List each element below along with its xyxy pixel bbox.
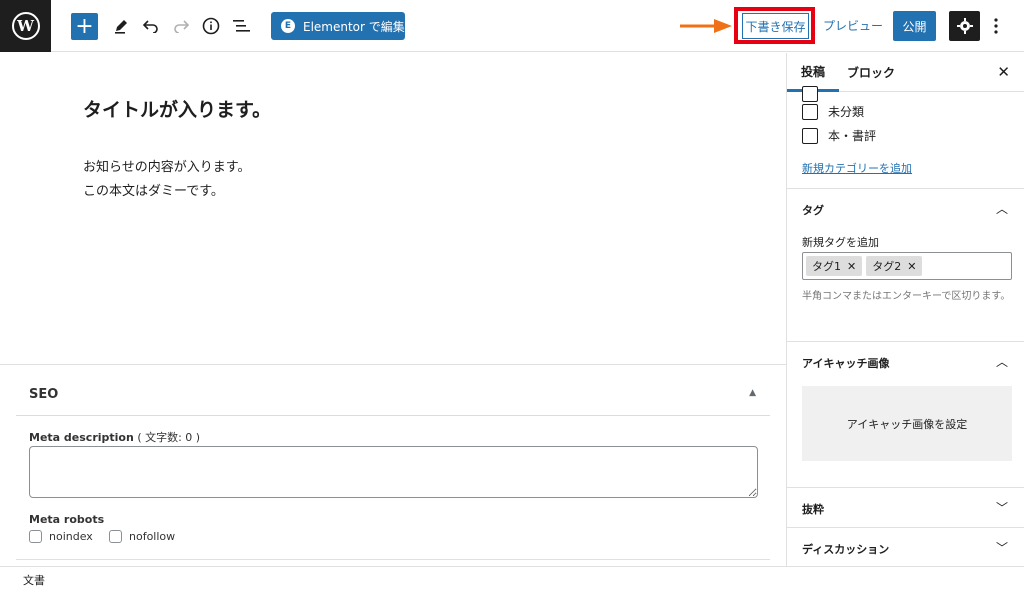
elementor-button-label: Elementor で編集 [303, 19, 405, 34]
divider [787, 188, 1024, 189]
divider [787, 527, 1024, 528]
set-featured-image-button[interactable]: アイキャッチ画像を設定 [802, 386, 1012, 461]
undo-icon[interactable] [137, 12, 165, 40]
discussion-panel-title[interactable]: ディスカッション [802, 541, 889, 557]
publish-button[interactable]: 公開 [893, 11, 936, 41]
post-content[interactable]: お知らせの内容が入ります。 この本文はダミーです。 [83, 156, 250, 204]
divider [787, 487, 1024, 488]
collapse-triangle-icon[interactable]: ▲ [749, 388, 756, 398]
paragraph[interactable]: お知らせの内容が入ります。 [83, 156, 250, 180]
breadcrumb: 文書 [0, 566, 1024, 589]
pencil-icon[interactable] [107, 12, 135, 40]
redo-icon[interactable] [167, 12, 195, 40]
noindex-checkbox[interactable] [29, 530, 42, 543]
chevron-down-icon[interactable]: ﹀ [996, 499, 1008, 516]
paragraph[interactable]: この本文はダミーです。 [83, 180, 250, 204]
more-options-icon[interactable] [986, 12, 1006, 40]
settings-sidebar: 投稿 ブロック ✕ 未分類 本・書評 新規カテゴリーを追加 タグ ︿ 新規タグを… [786, 53, 1024, 566]
chevron-down-icon[interactable]: ﹀ [996, 539, 1008, 556]
category-checkbox[interactable] [802, 103, 818, 120]
meta-description-heading: Meta description [29, 431, 134, 444]
list-view-icon[interactable] [228, 12, 256, 40]
noindex-label: noindex [49, 530, 93, 543]
tags-panel-title[interactable]: タグ [802, 202, 824, 218]
add-tag-label: 新規タグを追加 [802, 236, 879, 249]
nofollow-option[interactable]: nofollow [109, 530, 175, 543]
category-item[interactable]: 未分類 [802, 103, 864, 120]
wordpress-logo-icon[interactable]: W [0, 0, 51, 52]
category-item[interactable] [802, 86, 818, 102]
seo-title: SEO [29, 387, 59, 402]
add-category-link[interactable]: 新規カテゴリーを追加 [802, 160, 912, 176]
preview-button[interactable]: プレビュー [823, 17, 883, 34]
category-label: 本・書評 [828, 129, 877, 143]
editor-canvas: タイトルが入ります。 お知らせの内容が入ります。 この本文はダミーです。 SEO… [0, 53, 786, 565]
seo-metabox: SEO ▲ Meta description ( 文字数: 0 ) Meta r… [0, 364, 786, 560]
tag-chip: タグ1 ✕ [806, 256, 863, 276]
post-title[interactable]: タイトルが入ります。 [83, 95, 271, 122]
add-block-button[interactable]: + [71, 13, 98, 40]
seo-metabox-header[interactable]: SEO ▲ [16, 365, 770, 416]
featured-image-panel-title[interactable]: アイキャッチ画像 [802, 355, 889, 371]
excerpt-panel-title[interactable]: 抜粋 [802, 501, 824, 517]
tag-label: タグ1 [812, 260, 841, 273]
save-draft-button[interactable]: 下書き保存 [742, 13, 809, 39]
char-count: ( 文字数: 0 ) [137, 431, 201, 444]
edit-with-elementor-button[interactable]: E Elementor で編集 [271, 12, 405, 40]
tag-input[interactable]: タグ1 ✕ タグ2 ✕ [802, 252, 1012, 280]
chevron-up-icon[interactable]: ︿ [996, 200, 1008, 217]
chevron-up-icon[interactable]: ︿ [996, 353, 1008, 370]
sidebar-tabs: 投稿 ブロック ✕ [787, 53, 1024, 92]
annotation-arrow-icon [680, 19, 732, 33]
nofollow-label: nofollow [129, 530, 176, 543]
close-icon[interactable]: ✕ [997, 63, 1010, 81]
top-toolbar: W + E Elementor で編集 下書き保存 プレビュー 公開 [0, 0, 1024, 52]
category-checkbox[interactable] [802, 127, 818, 144]
meta-description-field[interactable] [29, 446, 758, 498]
category-checkbox[interactable] [802, 86, 818, 102]
wordpress-logo-glyph: W [11, 12, 40, 40]
meta-robots-label: Meta robots [29, 513, 105, 526]
breadcrumb-item[interactable]: 文書 [23, 574, 45, 587]
divider [787, 341, 1024, 342]
divider [16, 559, 770, 560]
tag-chip: タグ2 ✕ [866, 256, 923, 276]
meta-description-label: Meta description ( 文字数: 0 ) [29, 429, 200, 445]
noindex-option[interactable]: noindex [29, 530, 93, 543]
remove-tag-icon[interactable]: ✕ [847, 260, 856, 273]
tag-label: タグ2 [872, 260, 902, 273]
elementor-icon: E [281, 19, 295, 33]
nofollow-checkbox[interactable] [109, 530, 122, 543]
tab-block[interactable]: ブロック [847, 53, 895, 92]
remove-tag-icon[interactable]: ✕ [907, 260, 916, 273]
category-label: 未分類 [828, 105, 865, 119]
info-icon[interactable] [197, 12, 225, 40]
tag-help-text: 半角コンマまたはエンターキーで区切ります。 [802, 291, 1011, 302]
category-item[interactable]: 本・書評 [802, 127, 876, 144]
settings-gear-icon[interactable] [949, 11, 980, 41]
